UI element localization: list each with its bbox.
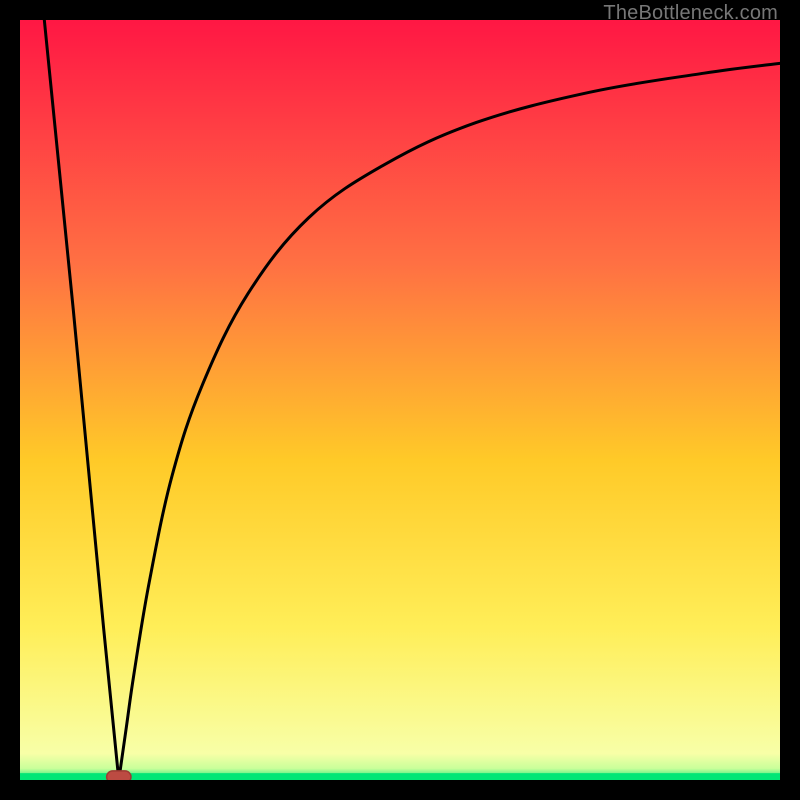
- watermark-text: TheBottleneck.com: [603, 2, 778, 25]
- chart-frame: TheBottleneck.com: [0, 0, 800, 800]
- bottleneck-chart: [20, 20, 780, 780]
- green-baseline: [20, 773, 780, 780]
- optimal-point-marker: [107, 771, 131, 780]
